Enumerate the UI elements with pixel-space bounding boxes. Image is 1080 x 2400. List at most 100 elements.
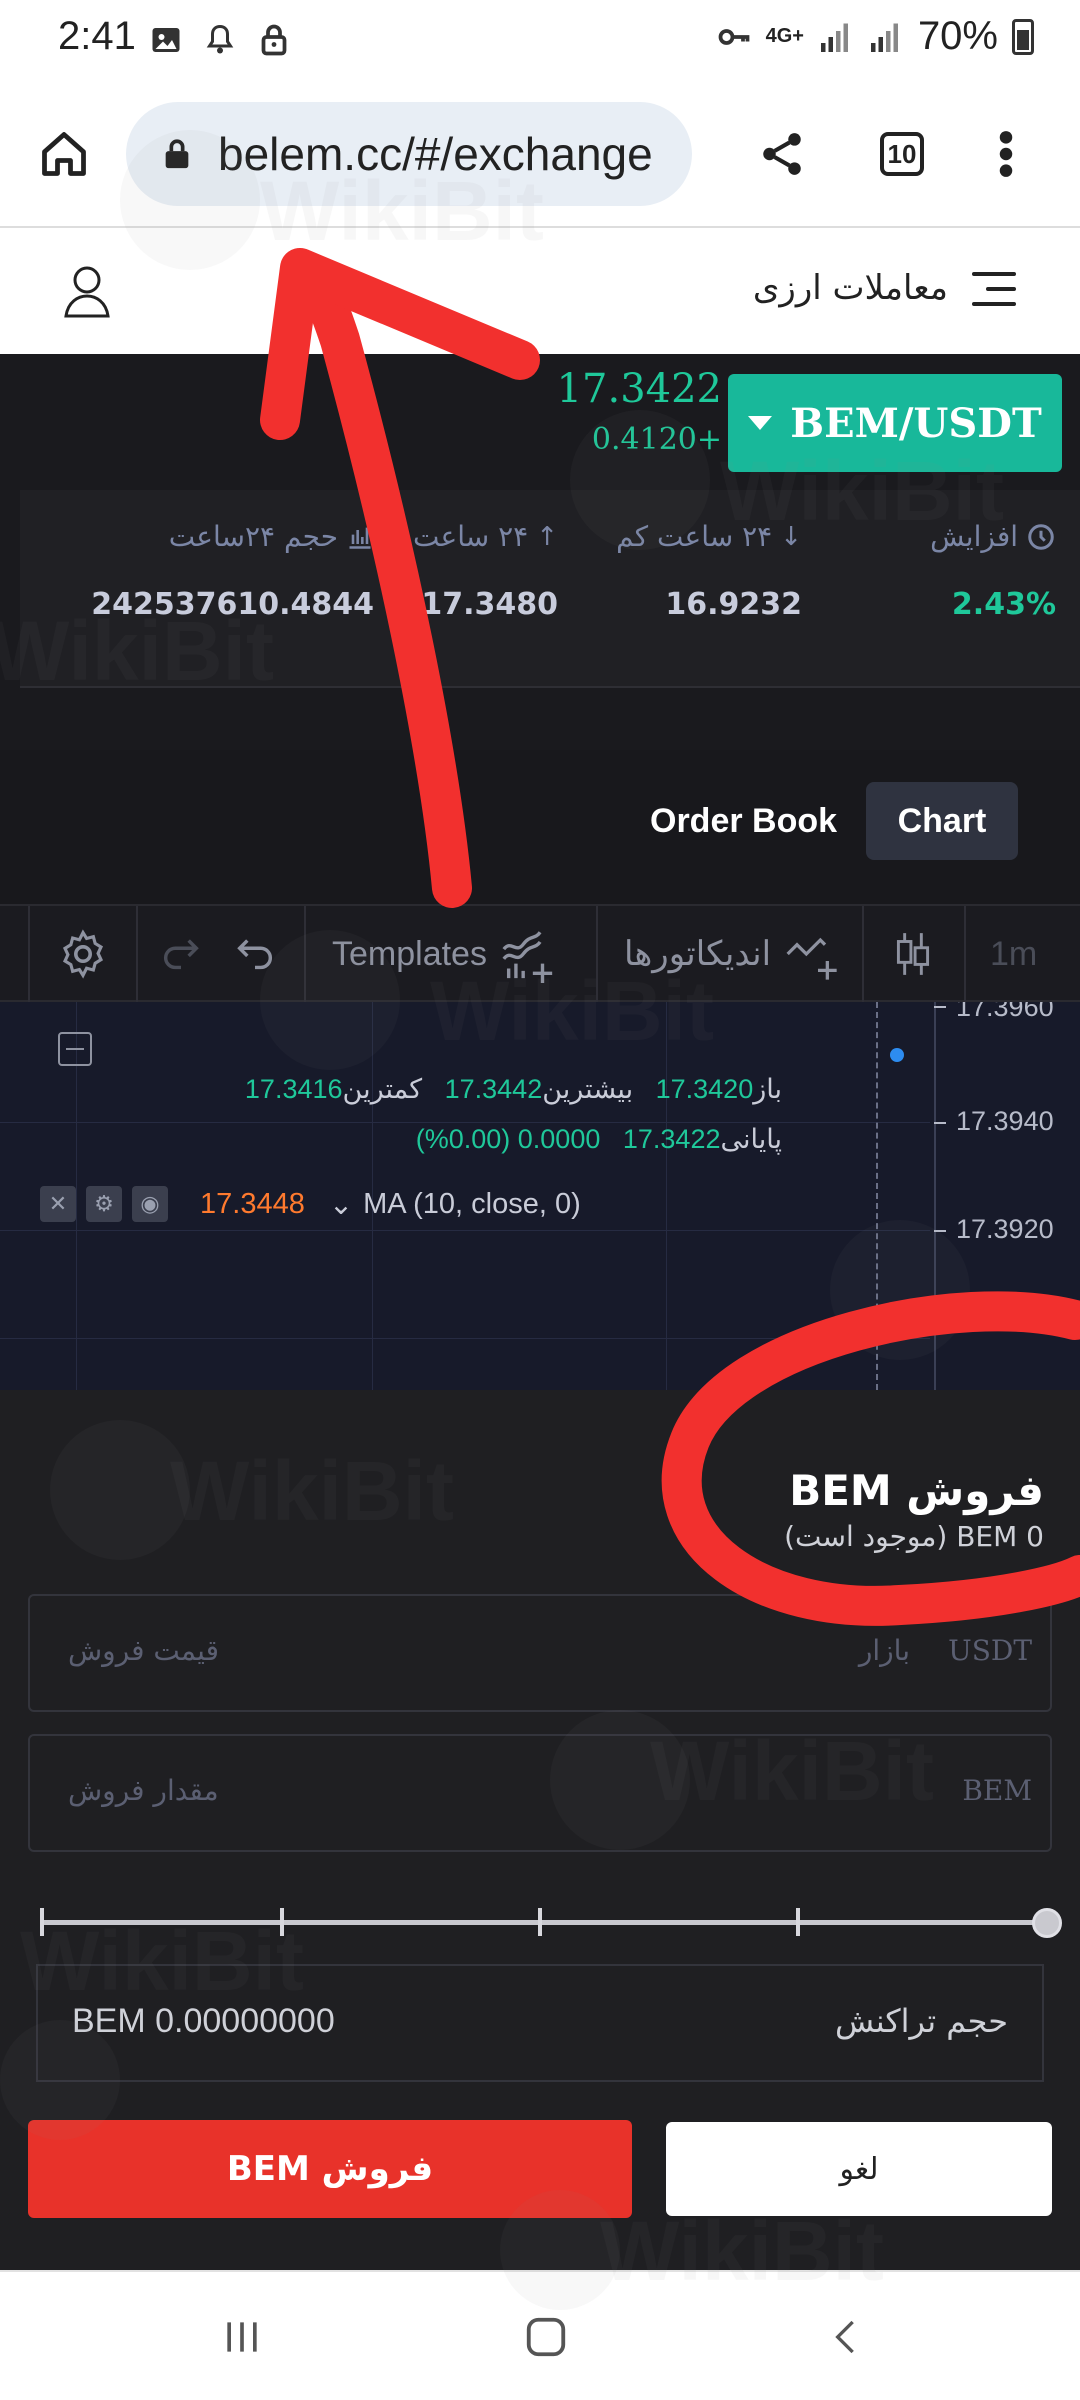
- pair-label: BEM/USDT: [790, 399, 1042, 447]
- templates-button[interactable]: Templates: [332, 906, 557, 1002]
- stat-24h-volume: حجم ۲۴ساعت 242537610.4844: [91, 520, 374, 622]
- low-value: 17.3416: [244, 1074, 343, 1104]
- market-price-label: بازار: [858, 1634, 910, 1667]
- candle-type-button[interactable]: [888, 906, 938, 1002]
- ma-label: MA (10, close, 0): [363, 1187, 581, 1220]
- gear-icon: [62, 929, 104, 979]
- status-bar: 2:41 4G+ 70%: [0, 0, 1080, 78]
- low-label: کمترین: [342, 1074, 423, 1104]
- redo-icon: [163, 939, 199, 970]
- sell-amount-placeholder: مقدار فروش: [68, 1774, 219, 1807]
- url-bar[interactable]: belem.cc/#/exchange: [126, 102, 692, 206]
- bar-chart-icon: [349, 527, 371, 549]
- redo-button[interactable]: [158, 906, 204, 1002]
- market-ticker: 17.3422 0.4120+ BEM/USDT افزایش 2.43% ↓ ۲…: [0, 354, 1080, 750]
- available-balance: BEM 0 (موجود است): [784, 1520, 1044, 1553]
- indicators-button[interactable]: اندیکاتورها: [624, 906, 841, 1002]
- stat-label: ۲۴ ساعت کم: [616, 520, 773, 553]
- caret-down-icon: [748, 416, 773, 430]
- sell-button[interactable]: فروش BEM: [28, 2120, 632, 2218]
- stat-value: 16.9232: [665, 587, 802, 622]
- amount-slider[interactable]: [40, 1902, 1062, 1942]
- last-price: 17.3422: [556, 366, 722, 412]
- close-label: پایانی: [720, 1124, 782, 1154]
- user-icon: [64, 266, 110, 318]
- system-nav-bar: [0, 2270, 1080, 2400]
- lock-icon: [165, 139, 189, 169]
- site-header: معاملات ارزی: [0, 228, 1080, 354]
- close-change: 0.0000 (0.00%): [415, 1124, 601, 1154]
- chevron-down-icon[interactable]: ⌄: [329, 1187, 353, 1222]
- tabs-button[interactable]: 10: [870, 122, 934, 186]
- ohlc-row-1: باز17.3420 بیشترین17.3442 کمترین17.3416: [245, 1074, 782, 1105]
- sell-title: فروش BEM: [789, 1466, 1044, 1515]
- arrow-up-icon: ↑: [536, 521, 558, 552]
- price-unit: USDT: [948, 1634, 1032, 1667]
- more-vert-icon: [999, 131, 1013, 177]
- tab-order-book[interactable]: Order Book: [650, 782, 837, 860]
- signal-2-icon: [870, 23, 898, 52]
- arrow-down-icon: ↓: [780, 521, 802, 552]
- back-button[interactable]: [806, 2302, 886, 2372]
- stat-value: 242537610.4844: [91, 587, 374, 622]
- available-suffix: (موجود است): [784, 1520, 948, 1553]
- templates-label: Templates: [332, 934, 487, 973]
- templates-icon: [502, 931, 553, 983]
- indicators-label: اندیکاتورها: [624, 935, 772, 973]
- indicator-settings-icon[interactable]: ⚙: [86, 1186, 122, 1222]
- home-icon: [42, 132, 86, 176]
- crosshair-line: [876, 1002, 878, 1390]
- indicators-icon: [786, 937, 837, 980]
- open-label: باز: [753, 1074, 782, 1104]
- last-bar-marker: [890, 1048, 904, 1062]
- user-profile-button[interactable]: [62, 262, 112, 318]
- status-time: 2:41: [58, 14, 136, 58]
- high-value: 17.3442: [444, 1074, 543, 1104]
- share-button[interactable]: [750, 122, 814, 186]
- clock-icon: [1028, 523, 1054, 550]
- amount-unit: BEM: [962, 1774, 1032, 1807]
- notification-bell-icon: [206, 24, 234, 54]
- available-amount: BEM 0: [956, 1520, 1044, 1553]
- ma-legend: ✕ ⚙ ◉ 17.3448 ⌄ MA (10, close, 0): [40, 1186, 581, 1222]
- toggle-visibility-icon[interactable]: ◉: [132, 1186, 168, 1222]
- collapse-legend-button[interactable]: [58, 1032, 92, 1066]
- page-title: معاملات ارزی: [752, 268, 948, 308]
- recents-button[interactable]: [202, 2302, 282, 2372]
- ohlc-row-2: پایانی17.3422 0.0000 (0.00%): [416, 1124, 782, 1155]
- stat-label: افزایش: [930, 520, 1018, 553]
- share-icon: [763, 133, 801, 175]
- price-axis[interactable]: 17.3960 17.3940 17.3920: [934, 1002, 1080, 1390]
- cancel-button[interactable]: لغو: [666, 2122, 1052, 2216]
- volume-label: حجم تراکنش: [834, 2002, 1008, 2040]
- stat-value: 2.43%: [951, 587, 1056, 622]
- stat-label: حجم ۲۴ساعت: [168, 520, 338, 553]
- slider-handle[interactable]: [1032, 1908, 1062, 1938]
- price-chart[interactable]: باز17.3420 بیشترین17.3442 کمترین17.3416 …: [0, 1002, 1080, 1390]
- interval-button[interactable]: 1m: [990, 906, 1037, 1002]
- high-label: بیشترین: [542, 1074, 634, 1104]
- sell-price-field[interactable]: قیمت فروش بازار USDT: [28, 1594, 1052, 1712]
- back-icon: [835, 2320, 854, 2354]
- browser-menu-button[interactable]: [974, 122, 1038, 186]
- chart-settings-button[interactable]: [56, 906, 110, 1002]
- hamburger-menu-icon[interactable]: [972, 272, 1016, 308]
- tab-chart[interactable]: Chart: [866, 782, 1018, 860]
- sell-amount-field[interactable]: مقدار فروش BEM: [28, 1734, 1052, 1852]
- browser-toolbar: belem.cc/#/exchange 10: [0, 78, 1080, 228]
- recents-icon: [227, 2322, 257, 2352]
- price-axis-label: 17.3940: [956, 1106, 1054, 1136]
- stat-24h-low: ↓ ۲۴ ساعت کم 16.9232: [616, 520, 802, 622]
- pair-selector-button[interactable]: BEM/USDT: [728, 374, 1062, 472]
- home-nav-button[interactable]: [506, 2302, 586, 2372]
- stats-box: افزایش 2.43% ↓ ۲۴ ساعت کم 16.9232 ↑ ۲۴ ساع…: [20, 490, 1080, 688]
- undo-icon: [237, 939, 273, 970]
- view-tabs: Order Book Chart: [0, 750, 1080, 904]
- remove-indicator-icon[interactable]: ✕: [40, 1186, 76, 1222]
- home-nav-icon: [526, 2317, 566, 2357]
- price-change: 0.4120+: [591, 422, 722, 457]
- undo-button[interactable]: [232, 906, 278, 1002]
- home-button[interactable]: [32, 122, 96, 186]
- network-type: 4G+: [765, 25, 804, 47]
- url-text: belem.cc/#/exchange: [218, 128, 653, 180]
